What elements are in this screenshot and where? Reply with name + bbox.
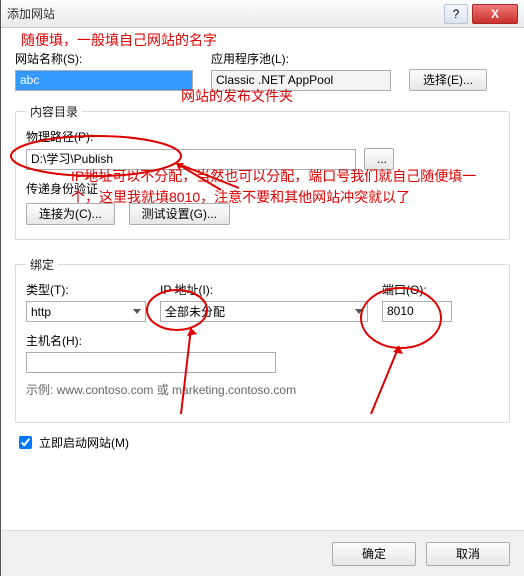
host-input[interactable]	[26, 352, 276, 373]
test-settings-button[interactable]: 测试设置(G)...	[129, 203, 230, 225]
ip-dropdown[interactable]: 全部未分配	[160, 301, 368, 322]
dialog-button-bar: 确定 取消	[1, 530, 524, 576]
app-pool-label: 应用程序池(L):	[211, 50, 391, 67]
site-name-input[interactable]: abc	[15, 70, 193, 91]
window-title: 添加网站	[7, 5, 444, 22]
help-button[interactable]: ?	[444, 4, 468, 24]
titlebar: 添加网站 ? X	[1, 0, 524, 28]
annotation-sitename: 随便填，一般填自己网站的名字	[21, 30, 217, 50]
type-value: http	[31, 305, 51, 319]
port-label: 端口(O):	[382, 281, 452, 298]
start-website-label: 立即启动网站(M)	[39, 434, 129, 451]
app-pool-input: Classic .NET AppPool	[211, 70, 391, 91]
site-name-label: 网站名称(S):	[15, 50, 193, 67]
select-app-pool-button[interactable]: 选择(E)...	[409, 69, 487, 91]
content-directory-group: 内容目录 物理路径(P): D:\学习\Publish ... 传递身份验证 连…	[15, 103, 510, 240]
type-dropdown[interactable]: http	[26, 301, 146, 322]
host-label: 主机名(H):	[26, 332, 499, 349]
add-website-dialog: 添加网站 ? X 随便填，一般填自己网站的名字 网站名称(S): abc 应用程…	[0, 0, 524, 576]
start-website-checkbox[interactable]: 立即启动网站(M)	[15, 433, 510, 452]
chevron-down-icon	[355, 309, 363, 314]
browse-path-button[interactable]: ...	[364, 148, 394, 170]
close-button[interactable]: X	[472, 4, 518, 24]
ip-label: IP 地址(I):	[160, 281, 368, 298]
port-input[interactable]: 8010	[382, 301, 452, 322]
binding-legend: 绑定	[26, 256, 58, 273]
connect-as-button[interactable]: 连接为(C)...	[26, 203, 115, 225]
type-label: 类型(T):	[26, 281, 146, 298]
host-example: 示例: www.contoso.com 或 marketing.contoso.…	[26, 381, 499, 398]
content-legend: 内容目录	[26, 103, 82, 120]
physical-path-input[interactable]: D:\学习\Publish	[26, 149, 356, 170]
chevron-down-icon	[133, 309, 141, 314]
start-website-checkbox-input[interactable]	[19, 436, 32, 449]
passthrough-auth-label: 传递身份验证	[26, 180, 499, 197]
physical-path-label: 物理路径(P):	[26, 128, 499, 145]
ok-button[interactable]: 确定	[332, 542, 416, 566]
ip-value: 全部未分配	[165, 303, 225, 320]
binding-group: 绑定 类型(T): http IP 地址(I): 全部未分配 端口(O): 80	[15, 256, 510, 423]
cancel-button[interactable]: 取消	[426, 542, 510, 566]
